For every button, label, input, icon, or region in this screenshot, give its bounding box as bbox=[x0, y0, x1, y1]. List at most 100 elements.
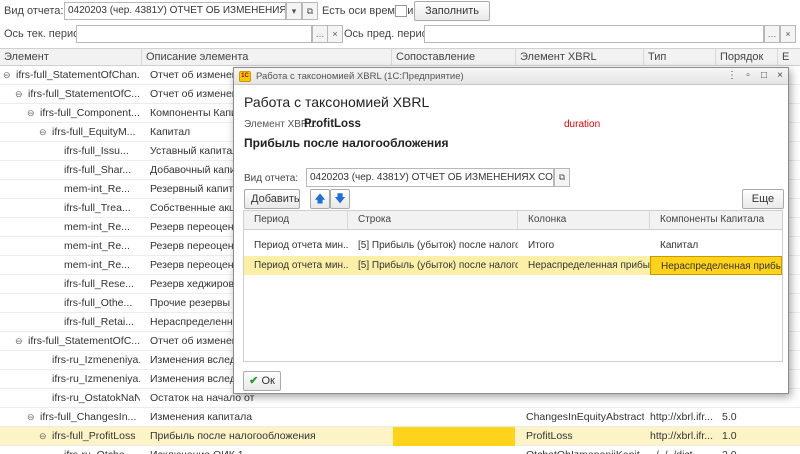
cell-order: 5.0 bbox=[722, 411, 737, 423]
ok-button[interactable]: ✔ Ок bbox=[243, 371, 281, 391]
report-type-field[interactable]: 0420203 (чер. 4381У) ОТЧЕТ ОБ ИЗМЕНЕНИЯХ… bbox=[64, 2, 286, 20]
cell-element: ifrs-full_StatementOfChan... bbox=[16, 69, 140, 81]
table-row[interactable]: ⊖ ifrs-full_ChangesIn... Изменения капитал… bbox=[0, 408, 800, 427]
col-period[interactable]: Период bbox=[244, 211, 348, 229]
cell-element: ifrs-ru_OstatokNaN... bbox=[52, 392, 140, 404]
col-mapping[interactable]: Сопоставление bbox=[392, 49, 516, 66]
table-row[interactable]: ifrs-ru_Otche... Исключение ОИК 1 OtchetOb… bbox=[0, 446, 800, 454]
current-period-axis-select-button[interactable]: … bbox=[312, 25, 328, 43]
prev-period-axis-clear-button[interactable]: × bbox=[780, 25, 796, 43]
cell-element: ifrs-full_ChangesIn... bbox=[40, 411, 137, 423]
tree-collapse-icon[interactable]: ⊖ bbox=[15, 90, 24, 99]
col-description[interactable]: Описание элемента bbox=[142, 49, 392, 66]
cell-type: http://xbrl.ifr... bbox=[650, 430, 714, 442]
cell-element: mem-int_Re... bbox=[64, 240, 130, 252]
table-row[interactable]: Период отчета мин... [5] Прибыль (убыток)… bbox=[244, 236, 782, 255]
cell-mapping-highlight[interactable] bbox=[393, 427, 515, 446]
cell-line: [5] Прибыль (убыток) после налогоо... bbox=[358, 240, 518, 251]
open-link-icon: ⧉ bbox=[558, 172, 566, 182]
cell-element: ifrs-full_Shar... bbox=[64, 164, 132, 176]
open-link-icon: ⧉ bbox=[306, 6, 314, 16]
cell-element: mem-int_Re... bbox=[64, 259, 130, 271]
prev-period-axis-select-button[interactable]: … bbox=[764, 25, 780, 43]
col-column[interactable]: Колонка bbox=[518, 211, 650, 229]
cell-order: 1.0 bbox=[722, 430, 737, 442]
dialog-report-type-field[interactable]: 0420203 (чер. 4381У) ОТЧЕТ ОБ ИЗМЕНЕНИЯХ… bbox=[306, 168, 554, 187]
ellipsis-icon: … bbox=[315, 29, 325, 39]
tree-collapse-icon[interactable]: ⊖ bbox=[27, 413, 36, 422]
move-up-button[interactable]: 🡅 bbox=[310, 189, 330, 209]
app-1c-icon: 1С bbox=[239, 71, 251, 82]
fill-accounts-button[interactable]: Заполнить счета bbox=[414, 1, 490, 35]
col-extra[interactable]: Е bbox=[778, 49, 800, 66]
move-down-button[interactable]: 🡇 bbox=[330, 189, 350, 209]
cell-element: ifrs-ru_Izmeneniya... bbox=[52, 354, 140, 366]
more-icon[interactable]: ⋮ bbox=[726, 70, 738, 82]
bindings-table-header: Период Строка Колонка Компоненты Капитал… bbox=[243, 210, 783, 230]
maximize-icon[interactable]: □ bbox=[758, 70, 770, 82]
more-actions-button[interactable]: Еще ▾ bbox=[742, 189, 784, 223]
ellipsis-icon: … bbox=[767, 29, 777, 39]
cell-column: Итого bbox=[528, 240, 555, 251]
time-axes-checkbox[interactable] bbox=[395, 5, 407, 17]
report-type-dropdown-button[interactable]: ▾ bbox=[286, 2, 302, 20]
chevron-down-icon: ▾ bbox=[291, 6, 297, 16]
col-element[interactable]: Элемент bbox=[0, 49, 142, 66]
minimize-icon[interactable]: ▫ bbox=[742, 70, 754, 82]
col-order[interactable]: Порядок bbox=[716, 49, 778, 66]
cell-element: ifrs-full_Trea... bbox=[64, 202, 131, 214]
col-xbrl-element[interactable]: Элемент XBRL bbox=[516, 49, 644, 66]
tree-collapse-icon[interactable]: ⊖ bbox=[27, 109, 36, 118]
cell-element: ifrs-full_Issu... bbox=[64, 145, 129, 157]
current-period-axis-clear-button[interactable]: × bbox=[327, 25, 343, 43]
period-type-value: duration bbox=[564, 119, 601, 130]
tree-collapse-icon[interactable]: ⊖ bbox=[15, 337, 24, 346]
cell-element: ifrs-full_Component... bbox=[40, 107, 140, 119]
report-type-label: Вид отчета: bbox=[4, 5, 64, 17]
tree-collapse-icon[interactable]: ⊖ bbox=[39, 128, 48, 137]
cell-description: Изменения капитала bbox=[150, 411, 253, 423]
cell-element: ifrs-ru_Izmeneniya... bbox=[52, 373, 140, 385]
arrow-down-icon: 🡇 bbox=[334, 193, 346, 205]
dialog-heading: Работа с таксономией XBRL bbox=[244, 94, 430, 110]
cell-element: ifrs-full_EquityM... bbox=[52, 126, 136, 138]
cell-capital-component: Нераспределенная прибыл... bbox=[650, 256, 782, 275]
col-type[interactable]: Тип bbox=[644, 49, 716, 66]
dialog-report-type-open-button[interactable]: ⧉ bbox=[554, 168, 570, 187]
cell-type: ../../../dict... bbox=[650, 446, 716, 454]
filter-bar: Вид отчета: 0420203 (чер. 4381У) ОТЧЕТ О… bbox=[0, 0, 800, 35]
current-period-axis-field[interactable] bbox=[76, 25, 312, 43]
table-row[interactable]: ⊖ ifrs-full_ProfitLoss Прибыль после налог… bbox=[0, 427, 800, 446]
cell-xbrl-element: ChangesInEquityAbstract bbox=[526, 411, 644, 423]
close-icon: × bbox=[785, 29, 791, 39]
ok-label: Ок bbox=[261, 375, 275, 387]
tree-collapse-icon[interactable]: ⊖ bbox=[3, 71, 12, 80]
main-grid-header: Элемент Описание элемента Сопоставление … bbox=[0, 48, 800, 66]
col-line[interactable]: Строка bbox=[348, 211, 518, 229]
cell-element: ifrs-full_ProfitLoss bbox=[52, 430, 136, 442]
xbrl-element-value: ProfitLoss bbox=[304, 118, 361, 130]
col-capital-component[interactable]: Компоненты Капитала bbox=[650, 211, 782, 229]
cell-element: ifrs-full_StatementOfC... bbox=[28, 88, 140, 100]
cell-xbrl-element: ProfitLoss bbox=[526, 430, 573, 442]
cell-description: Прибыль после налогообложения bbox=[150, 430, 316, 442]
cell-description: Исключение ОИК 1 bbox=[150, 446, 390, 454]
cell-order: 2.0 bbox=[722, 446, 772, 454]
cell-element: mem-int_Re... bbox=[64, 221, 130, 233]
table-row[interactable]: Период отчета мин... [5] Прибыль (убыток)… bbox=[244, 256, 782, 275]
element-description: Прибыль после налогообложения bbox=[244, 136, 449, 150]
tree-collapse-icon[interactable]: ⊖ bbox=[39, 432, 48, 441]
close-icon[interactable]: × bbox=[774, 70, 786, 82]
cell-type: http://xbrl.ifr... bbox=[650, 411, 714, 423]
report-type-open-button[interactable]: ⧉ bbox=[302, 2, 318, 20]
cell-element: ifrs-full_Retai... bbox=[64, 316, 135, 328]
cell-xbrl-element: OtchetObIzmeneniiKapit... bbox=[526, 446, 644, 454]
add-button[interactable]: Добавить bbox=[244, 189, 300, 209]
cell-element: ifrs-full_Othe... bbox=[64, 297, 133, 309]
cell-column: Нераспределенная прибыл... bbox=[528, 260, 650, 271]
prev-period-axis-field[interactable] bbox=[424, 25, 764, 43]
cell-period: Период отчета мин... bbox=[254, 240, 348, 251]
xbrl-taxonomy-dialog: 1С Работа с таксономией XBRL (1С:Предпри… bbox=[233, 67, 789, 394]
cell-line: [5] Прибыль (убыток) после налогоо... bbox=[358, 260, 518, 271]
cell-element: ifrs-full_StatementOfC... bbox=[28, 335, 140, 347]
